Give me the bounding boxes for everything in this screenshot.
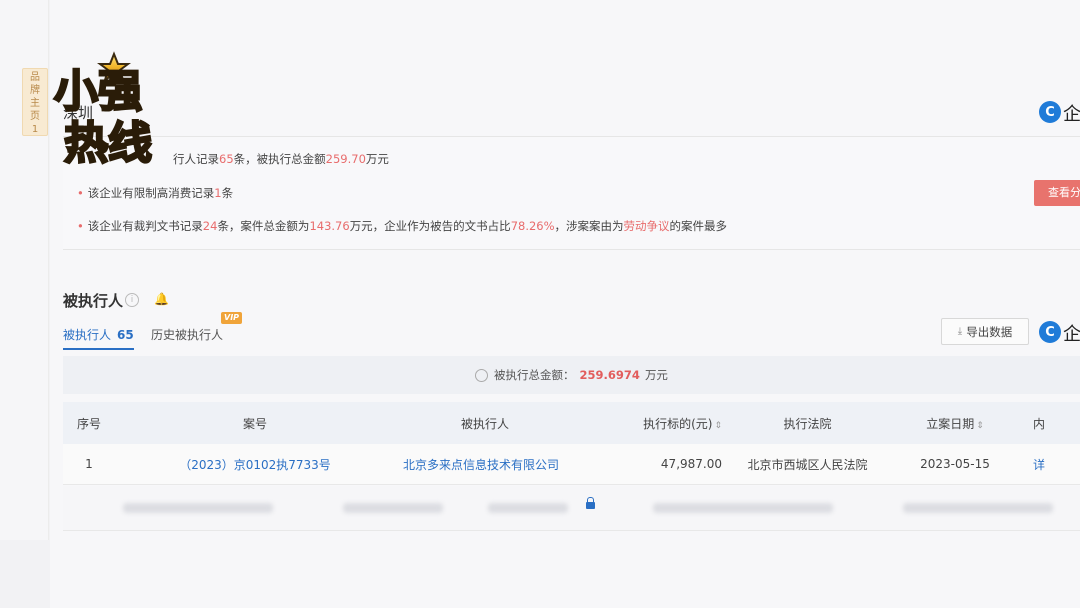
header-case: 案号	[242, 416, 267, 431]
table-row: 1 （2023）京0102执7733号 北京多来点信息技术有限公司 47,987…	[63, 444, 1080, 485]
brand-tab-char: 主	[30, 98, 40, 109]
header-date[interactable]: 立案日期 ⇕	[885, 415, 1025, 432]
risk-summary-box: 行人记录65条，被执行总金额259.70万元 • 该企业有限制高消费记录1条 • 该…	[63, 136, 1080, 250]
brand-home-tab[interactable]: 品 牌 主 页 1	[22, 68, 48, 136]
cell-court: 北京市西城区人民法院	[747, 457, 868, 472]
blurred-text	[343, 503, 443, 513]
clock-icon	[475, 368, 489, 382]
export-data-button[interactable]: ⤓ 导出数据	[941, 318, 1029, 345]
tab-history-executed[interactable]: 历史被执行人	[151, 326, 223, 343]
total-amount-bar: 被执行总金额： 259.6974 万元	[63, 356, 1080, 394]
tab-executed-persons[interactable]: 被执行人 65	[63, 326, 134, 350]
download-icon: ⤓	[957, 326, 963, 337]
qcc-logo-text: 企	[1063, 324, 1080, 345]
sort-icon: ⇕	[714, 420, 722, 431]
tab-count: 65	[117, 328, 134, 342]
brand-tab-char: 1	[31, 124, 39, 135]
view-analysis-button[interactable]: 查看分	[1034, 180, 1080, 206]
executed-table: 序号 案号 被执行人 执行标的(元) ⇕ 执行法院 立案日期 ⇕ 内 1 （2023…	[63, 402, 1080, 485]
table-header: 序号 案号 被执行人 执行标的(元) ⇕ 执行法院 立案日期 ⇕ 内	[63, 402, 1080, 444]
blurred-text	[488, 503, 568, 513]
header-party: 被执行人	[460, 416, 509, 431]
cell-date: 2023-05-15	[920, 457, 990, 471]
header-amount[interactable]: 执行标的(元) ⇕	[575, 415, 730, 432]
vip-badge: VIP	[221, 312, 243, 324]
qcc-logo-icon: C	[1039, 101, 1061, 123]
brand-tab-char: 牌	[30, 85, 40, 96]
risk-line-judgments: • 该企业有裁判文书记录24条，案件总金额为143.76万元，企业作为被告的文书占…	[77, 219, 728, 233]
xiaoqiang-hotline-logo: 小强 热线	[53, 51, 153, 166]
total-label: 被执行总金额：	[494, 368, 575, 382]
cell-no: 1	[85, 457, 93, 471]
export-label: 导出数据	[966, 324, 1013, 339]
risk-line-consumption-limit: • 该企业有限制高消费记录1条	[77, 186, 234, 200]
cell-case-link[interactable]: （2023）京0102执7733号	[115, 456, 395, 473]
brand-tab-char: 品	[30, 72, 40, 83]
header-no: 序号	[76, 416, 101, 431]
header-more: 内	[1033, 416, 1046, 431]
svg-text:小强: 小强	[54, 66, 142, 117]
cell-detail-link[interactable]: 详	[1025, 456, 1080, 473]
blurred-text	[903, 503, 1053, 513]
qcc-logo-icon: C	[1039, 321, 1061, 343]
brand-tab-char: 页	[30, 111, 40, 122]
header-court: 执行法院	[783, 416, 832, 431]
sort-icon: ⇕	[976, 420, 984, 431]
qcc-logo-text: 企	[1063, 104, 1080, 125]
cell-party-link[interactable]: 北京多来点信息技术有限公司	[395, 456, 575, 473]
risk-line-executed: 行人记录65条，被执行总金额259.70万元	[173, 152, 389, 166]
svg-text:热线: 热线	[64, 118, 152, 166]
bell-icon[interactable]: 🔔	[154, 292, 169, 306]
locked-table-row	[63, 486, 1080, 531]
section-title: 被执行人	[63, 292, 124, 310]
blurred-text	[123, 503, 273, 513]
total-unit: 万元	[644, 368, 668, 382]
blurred-text	[653, 503, 833, 513]
lock-icon[interactable]	[586, 497, 595, 509]
cell-amount: 47,987.00	[660, 457, 722, 471]
info-icon[interactable]: i	[125, 293, 139, 307]
total-amount: 259.6974	[579, 368, 640, 382]
tab-label: 被执行人	[63, 328, 112, 342]
